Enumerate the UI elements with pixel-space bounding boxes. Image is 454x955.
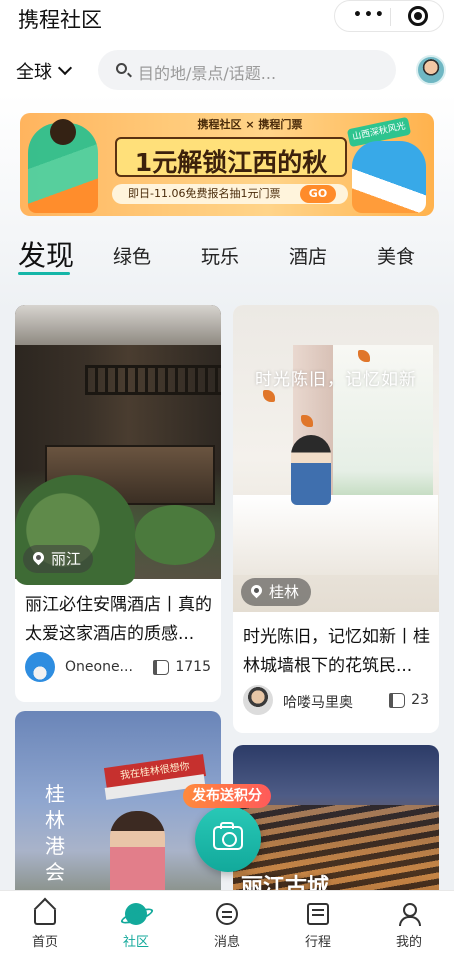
location-label: 桂林 [269, 583, 300, 601]
banner-illustration-left [28, 119, 98, 213]
nav-home[interactable]: 首页 [0, 891, 90, 955]
thumbs-up-icon [153, 659, 170, 675]
promo-banner[interactable]: 携程社区 × 携程门票 1元解锁江西的秋 即日-11.06免费报名抽1元门票 G… [20, 113, 434, 216]
card-title: 时光陈旧，记忆如新丨桂林城墙根下的花筑民... [243, 627, 430, 676]
image-overlay-text: 桂林 港会 [45, 782, 65, 884]
bottom-navigation: 首页 社区 消息 行程 我的 [0, 890, 454, 955]
image-plant-small [135, 505, 215, 565]
home-icon [34, 910, 56, 925]
image-overlay-text: 时光陈旧，记忆如新 [255, 370, 417, 390]
nav-itinerary[interactable]: 行程 [273, 891, 363, 955]
banner-brand-line: 携程社区 × 携程门票 [197, 118, 303, 131]
region-selector[interactable]: 全球 [16, 58, 73, 84]
active-tab-indicator [18, 272, 70, 275]
nav-label: 社区 [122, 935, 149, 950]
feed-card-guilin-inn[interactable]: 时光陈旧，记忆如新 桂林 时光陈旧，记忆如新丨桂林城墙根下的花筑民... 哈喽马… [233, 305, 439, 733]
image-person [110, 811, 165, 901]
nav-messages[interactable]: 消息 [182, 891, 272, 955]
maple-leaf-icon [263, 390, 275, 402]
ellipsis-icon[interactable]: ••• [353, 7, 386, 23]
location-label: 丽江 [51, 550, 82, 568]
author-name[interactable]: 哈喽马里奥 [283, 692, 373, 712]
user-avatar[interactable] [416, 55, 446, 85]
like-count: 1715 [175, 659, 211, 675]
category-tabs: 发现 绿色 玩乐 酒店 美食 [0, 236, 454, 276]
nav-community[interactable]: 社区 [91, 891, 181, 955]
image-person [291, 435, 331, 505]
nav-label: 首页 [31, 935, 58, 950]
nav-profile[interactable]: 我的 [364, 891, 454, 955]
camera-icon [213, 822, 243, 850]
capsule-divider [390, 8, 391, 26]
location-pin-icon [30, 549, 47, 566]
title-bar: 携程社区 ••• [0, 0, 454, 40]
tab-fun[interactable]: 玩乐 [201, 242, 239, 269]
image-balcony [85, 365, 221, 395]
record-icon[interactable] [408, 6, 428, 26]
author-name[interactable]: Oneone... [65, 659, 135, 675]
banner-headline-box: 1元解锁江西的秋 [115, 137, 347, 177]
search-placeholder: 目的地/景点/话题... [138, 64, 277, 83]
chevron-down-icon [57, 60, 73, 76]
nav-label: 行程 [304, 935, 331, 950]
banner-headline: 1元解锁江西的秋 [134, 148, 328, 177]
mini-program-capsule: ••• [334, 0, 444, 32]
location-badge[interactable]: 丽江 [23, 545, 94, 573]
tab-food[interactable]: 美食 [377, 242, 415, 269]
like-button[interactable]: 1715 [153, 659, 211, 675]
card-title: 丽江必住安隅酒店丨真的太爱这家酒店的质感... [25, 595, 212, 644]
message-icon [216, 903, 238, 925]
search-input[interactable]: 目的地/景点/话题... [98, 50, 396, 90]
publish-button[interactable] [195, 806, 261, 872]
feed-card-guilin-sign[interactable]: 我在桂林很想你 桂林 港会 [15, 711, 221, 911]
banner-go-button[interactable]: GO [300, 185, 336, 203]
publish-badge: 发布送积分 [183, 784, 271, 808]
card-image: 丽江 [15, 305, 221, 585]
nav-label: 消息 [213, 935, 240, 950]
card-image: 我在桂林很想你 桂林 港会 [15, 711, 221, 911]
search-icon [116, 63, 127, 74]
banner-illustration-right [352, 141, 426, 213]
feed-card-lijiang-hotel[interactable]: 丽江 丽江必住安隅酒店丨真的太爱这家酒店的质感... Oneone... 171… [15, 305, 221, 702]
image-eaves [15, 305, 221, 345]
tab-discover[interactable]: 发现 [18, 234, 74, 274]
tab-green[interactable]: 绿色 [113, 242, 151, 269]
author-avatar[interactable] [243, 685, 273, 715]
like-count: 23 [411, 692, 429, 708]
location-badge[interactable]: 桂林 [241, 578, 312, 606]
region-label: 全球 [16, 62, 52, 83]
itinerary-icon [307, 903, 329, 925]
nav-label: 我的 [395, 935, 422, 950]
card-image: 时光陈旧，记忆如新 桂林 [233, 305, 439, 612]
author-avatar[interactable] [25, 652, 55, 682]
thumbs-up-icon [389, 692, 406, 708]
app-title: 携程社区 [18, 8, 102, 32]
like-button[interactable]: 23 [389, 692, 429, 708]
image-bed [233, 495, 438, 575]
location-pin-icon [248, 582, 265, 599]
planet-icon [125, 903, 147, 925]
tab-hotel[interactable]: 酒店 [289, 242, 327, 269]
profile-icon [398, 903, 421, 926]
